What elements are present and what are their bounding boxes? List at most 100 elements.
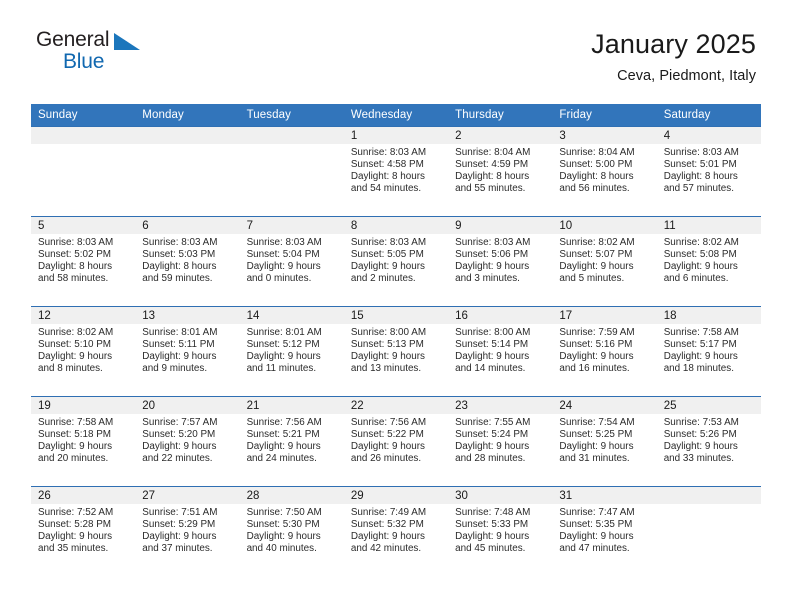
day-number: 9 xyxy=(448,217,553,234)
daylight-duration-line-1: Daylight: 9 hours xyxy=(455,531,530,543)
day-details: Sunrise: 7:58 AM Sunset: 5:17 PM Daylight:… xyxy=(657,324,761,375)
day-cell-inner: 31 Sunrise: 7:47 AM Sunset: 5:35 PM Dayligh… xyxy=(552,486,657,576)
calendar-day-cell[interactable]: 26 Sunrise: 7:52 AM Sunset: 5:28 PM Dayligh… xyxy=(31,486,136,576)
day-details: Sunrise: 8:02 AM Sunset: 5:10 PM Daylight:… xyxy=(31,324,135,375)
page-title: January 2025 xyxy=(591,29,756,59)
daylight-duration-line-2: and 16 minutes. xyxy=(559,363,630,375)
daylight-duration-line-2: and 42 minutes. xyxy=(350,543,422,555)
calendar-day-cell[interactable]: 25 Sunrise: 7:53 AM Sunset: 5:26 PM Dayligh… xyxy=(656,396,761,486)
day-number: 14 xyxy=(239,307,344,324)
calendar-day-cell[interactable]: 22 Sunrise: 7:56 AM Sunset: 5:22 PM Dayligh… xyxy=(343,396,449,486)
calendar-day-cell[interactable]: 12 Sunrise: 8:02 AM Sunset: 5:10 PM Dayligh… xyxy=(31,306,136,396)
calendar-day-cell[interactable]: 8 Sunrise: 8:03 AM Sunset: 5:05 PM Daylight… xyxy=(343,216,449,306)
day-number: 23 xyxy=(448,397,553,414)
weekday-header-row: Sunday Monday Tuesday Wednesday Thursday… xyxy=(31,104,761,126)
calendar-day-cell[interactable]: 24 Sunrise: 7:54 AM Sunset: 5:25 PM Dayligh… xyxy=(552,396,657,486)
day-number: 31 xyxy=(552,487,657,504)
day-cell-inner: 6 Sunrise: 8:03 AM Sunset: 5:03 PM Daylight… xyxy=(135,216,240,306)
daylight-duration-line-2: and 5 minutes. xyxy=(559,273,625,285)
sunset-time: Sunset: 5:18 PM xyxy=(38,429,112,441)
daylight-duration-line-2: and 13 minutes. xyxy=(350,363,422,375)
sunrise-time: Sunrise: 8:00 AM xyxy=(455,327,531,338)
day-cell-inner: 24 Sunrise: 7:54 AM Sunset: 5:25 PM Dayligh… xyxy=(552,396,657,486)
day-cell-inner: 23 Sunrise: 7:55 AM Sunset: 5:24 PM Dayligh… xyxy=(448,396,553,486)
day-cell-inner: 20 Sunrise: 7:57 AM Sunset: 5:20 PM Dayligh… xyxy=(135,396,240,486)
daylight-duration-line-2: and 14 minutes. xyxy=(455,363,526,375)
daylight-duration-line-1: Daylight: 9 hours xyxy=(38,441,113,453)
daylight-duration-line-1: Daylight: 9 hours xyxy=(246,261,321,273)
calendar-day-cell[interactable]: 6 Sunrise: 8:03 AM Sunset: 5:03 PM Daylight… xyxy=(135,216,240,306)
sunrise-time: Sunrise: 8:03 AM xyxy=(38,237,114,248)
calendar-day-cell[interactable]: 7 Sunrise: 8:03 AM Sunset: 5:04 PM Daylight… xyxy=(239,216,344,306)
daylight-duration-line-2: and 2 minutes. xyxy=(350,273,416,285)
sunset-time: Sunset: 5:01 PM xyxy=(663,159,737,171)
calendar-day-cell[interactable]: 10 Sunrise: 8:02 AM Sunset: 5:07 PM Dayligh… xyxy=(552,216,657,306)
day-details: Sunrise: 7:50 AM Sunset: 5:30 PM Daylight:… xyxy=(240,504,344,555)
calendar-day-cell[interactable]: 31 Sunrise: 7:47 AM Sunset: 5:35 PM Dayligh… xyxy=(552,486,657,576)
calendar-day-cell[interactable]: 17 Sunrise: 7:59 AM Sunset: 5:16 PM Dayligh… xyxy=(552,306,657,396)
page-header: General Blue January 2025 Ceva, Piedmont… xyxy=(36,28,756,94)
daylight-duration-line-1: Daylight: 9 hours xyxy=(455,261,530,273)
calendar-day-cell[interactable]: 19 Sunrise: 7:58 AM Sunset: 5:18 PM Dayligh… xyxy=(31,396,136,486)
brand-name-general: General xyxy=(36,28,110,51)
calendar-day-cell-empty xyxy=(31,126,136,216)
daylight-duration-line-2: and 28 minutes. xyxy=(455,453,526,465)
weekday-header-monday: Monday xyxy=(135,104,240,126)
calendar-day-cell[interactable]: 11 Sunrise: 8:02 AM Sunset: 5:08 PM Dayligh… xyxy=(656,216,761,306)
day-number: 27 xyxy=(135,487,240,504)
sunrise-time: Sunrise: 8:03 AM xyxy=(142,237,218,248)
sunrise-time: Sunrise: 7:50 AM xyxy=(246,507,322,518)
calendar-day-cell[interactable]: 18 Sunrise: 7:58 AM Sunset: 5:17 PM Dayligh… xyxy=(656,306,761,396)
sunset-time: Sunset: 5:26 PM xyxy=(663,429,737,441)
calendar-week-row: 19 Sunrise: 7:58 AM Sunset: 5:18 PM Dayligh… xyxy=(31,396,761,486)
sunrise-time: Sunrise: 8:02 AM xyxy=(559,237,635,248)
sunrise-time: Sunrise: 7:55 AM xyxy=(455,417,531,428)
sunset-time: Sunset: 5:08 PM xyxy=(663,249,737,261)
sunrise-time: Sunrise: 8:03 AM xyxy=(350,147,427,158)
calendar-day-cell[interactable]: 23 Sunrise: 7:55 AM Sunset: 5:24 PM Dayligh… xyxy=(448,396,553,486)
day-cell-inner: 12 Sunrise: 8:02 AM Sunset: 5:10 PM Dayligh… xyxy=(31,306,136,396)
calendar-day-cell[interactable]: 29 Sunrise: 7:49 AM Sunset: 5:32 PM Dayligh… xyxy=(343,486,449,576)
calendar-day-cell[interactable]: 9 Sunrise: 8:03 AM Sunset: 5:06 PM Daylight… xyxy=(448,216,553,306)
calendar-day-cell[interactable]: 15 Sunrise: 8:00 AM Sunset: 5:13 PM Dayligh… xyxy=(343,306,449,396)
day-details: Sunrise: 8:03 AM Sunset: 5:02 PM Daylight:… xyxy=(31,234,135,285)
calendar-week-row: 1 Sunrise: 8:03 AM Sunset: 4:58 PM Daylight… xyxy=(31,126,761,216)
calendar-day-cell[interactable]: 4 Sunrise: 8:03 AM Sunset: 5:01 PM Daylight… xyxy=(656,126,761,216)
weekday-header-friday: Friday xyxy=(552,104,657,126)
day-cell-inner xyxy=(31,126,136,216)
calendar-header-row: Sunday Monday Tuesday Wednesday Thursday… xyxy=(31,104,761,126)
sunset-time: Sunset: 5:30 PM xyxy=(246,519,320,531)
day-cell-inner: 30 Sunrise: 7:48 AM Sunset: 5:33 PM Dayligh… xyxy=(448,486,553,576)
day-details: Sunrise: 7:56 AM Sunset: 5:21 PM Daylight:… xyxy=(240,414,344,465)
sunset-time: Sunset: 5:32 PM xyxy=(350,519,424,531)
calendar-day-cell[interactable]: 21 Sunrise: 7:56 AM Sunset: 5:21 PM Dayligh… xyxy=(239,396,344,486)
calendar-day-cell[interactable]: 28 Sunrise: 7:50 AM Sunset: 5:30 PM Dayligh… xyxy=(239,486,344,576)
day-details: Sunrise: 7:59 AM Sunset: 5:16 PM Daylight:… xyxy=(552,324,656,375)
calendar-day-cell[interactable]: 1 Sunrise: 8:03 AM Sunset: 4:58 PM Daylight… xyxy=(343,126,449,216)
day-number: 24 xyxy=(552,397,657,414)
calendar-day-cell[interactable]: 16 Sunrise: 8:00 AM Sunset: 5:14 PM Dayligh… xyxy=(448,306,553,396)
weekday-header-tuesday: Tuesday xyxy=(239,104,344,126)
sunset-time: Sunset: 5:17 PM xyxy=(663,339,737,351)
calendar-day-cell[interactable]: 13 Sunrise: 8:01 AM Sunset: 5:11 PM Dayligh… xyxy=(135,306,240,396)
calendar-day-cell[interactable]: 14 Sunrise: 8:01 AM Sunset: 5:12 PM Dayligh… xyxy=(239,306,344,396)
calendar-day-cell[interactable]: 5 Sunrise: 8:03 AM Sunset: 5:02 PM Daylight… xyxy=(31,216,136,306)
calendar-day-cell[interactable]: 2 Sunrise: 8:04 AM Sunset: 4:59 PM Daylight… xyxy=(448,126,553,216)
calendar-day-cell[interactable]: 20 Sunrise: 7:57 AM Sunset: 5:20 PM Dayligh… xyxy=(135,396,240,486)
sunrise-time: Sunrise: 8:03 AM xyxy=(350,237,427,248)
sunset-time: Sunset: 4:59 PM xyxy=(455,159,529,171)
calendar-day-cell[interactable]: 3 Sunrise: 8:04 AM Sunset: 5:00 PM Daylight… xyxy=(552,126,657,216)
day-number: 18 xyxy=(656,307,761,324)
daylight-duration-line-1: Daylight: 9 hours xyxy=(663,261,738,273)
calendar-day-cell[interactable]: 27 Sunrise: 7:51 AM Sunset: 5:29 PM Dayligh… xyxy=(135,486,240,576)
day-number: 30 xyxy=(448,487,553,504)
calendar-day-cell[interactable]: 30 Sunrise: 7:48 AM Sunset: 5:33 PM Dayligh… xyxy=(448,486,553,576)
day-number xyxy=(135,127,240,144)
sunset-time: Sunset: 5:06 PM xyxy=(455,249,529,261)
day-cell-inner: 4 Sunrise: 8:03 AM Sunset: 5:01 PM Daylight… xyxy=(656,126,761,216)
day-details: Sunrise: 8:03 AM Sunset: 4:58 PM Daylight:… xyxy=(344,144,448,195)
brand-logo[interactable]: General Blue xyxy=(36,28,151,78)
daylight-duration-line-2: and 59 minutes. xyxy=(142,273,213,285)
day-details: Sunrise: 8:03 AM Sunset: 5:05 PM Daylight:… xyxy=(344,234,448,285)
sunrise-time: Sunrise: 8:01 AM xyxy=(246,327,322,338)
